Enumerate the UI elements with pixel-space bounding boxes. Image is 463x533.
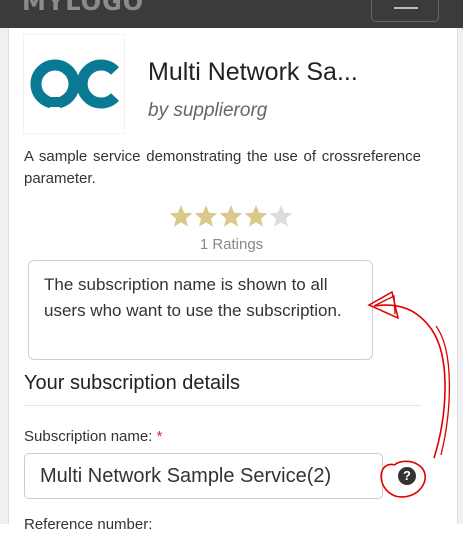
question-circle-icon[interactable]: ? [398,467,416,485]
subscription-name-label-text: Subscription name: [24,428,153,445]
subscription-name-tooltip: The subscription name is shown to all us… [28,260,373,360]
subscription-name-input[interactable] [24,453,383,499]
oc-logo-icon [30,59,120,110]
service-logo [24,35,124,133]
service-provider: by supplierorg [148,100,268,121]
required-marker: * [156,428,163,445]
star-icon [269,205,293,227]
section-title: Your subscription details [24,372,241,394]
service-description: A sample service demonstrating the use o… [24,148,421,187]
section-divider [24,405,421,406]
subscription-name-label: Subscription name: * [24,428,162,445]
ratings-count: 1 Ratings [199,236,264,253]
reference-number-label: Reference number: [24,516,153,533]
page-gutter-left [0,28,9,524]
brand-logo[interactable]: MYLOGO [22,0,144,16]
page-gutter-right [457,28,463,524]
hamburger-menu-icon [394,7,418,9]
star-icon [169,205,193,227]
hamburger-menu-button[interactable] [371,0,439,22]
star-icon [219,205,243,227]
top-navbar: MYLOGO [0,0,463,28]
star-icon [244,205,268,227]
service-title: Multi Network Sa... [148,58,358,86]
star-icon [194,205,218,227]
star-rating [169,205,293,227]
